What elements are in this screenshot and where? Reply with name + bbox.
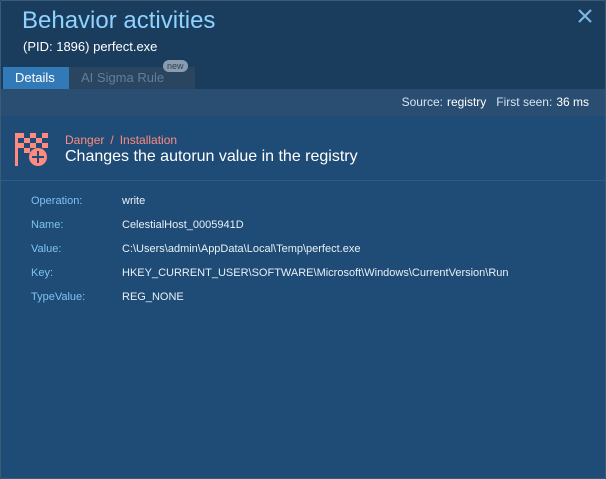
- detail-value: C:\Users\admin\AppData\Local\Temp\perfec…: [122, 243, 361, 255]
- new-badge: new: [163, 60, 188, 72]
- dialog-header: Behavior activities (PID: 1896) perfect.…: [1, 1, 605, 89]
- source-value: registry: [446, 95, 487, 109]
- detail-key: Operation:: [31, 195, 83, 207]
- event-summary: Danger / Installation Changes the autorun …: [1, 117, 605, 181]
- detail-key: TypeValue:: [31, 291, 86, 303]
- event-title: Changes the autorun value in the registr…: [65, 148, 358, 165]
- first-seen-value: 36 ms: [556, 95, 589, 109]
- detail-key: Key:: [31, 267, 54, 279]
- info-bar: Source: registry First seen: 36 ms: [1, 89, 605, 116]
- source-label: Source:: [401, 95, 443, 109]
- detail-value: REG_NONE: [122, 291, 184, 303]
- detail-value: CelestialHost_0005941D: [122, 219, 244, 231]
- dialog-title: Behavior activities: [22, 7, 216, 34]
- detail-value: write: [122, 195, 146, 207]
- detail-key: Name:: [31, 219, 64, 231]
- category-separator: /: [110, 133, 114, 147]
- first-seen-label: First seen:: [496, 95, 553, 109]
- danger-flag-icon: [13, 131, 51, 169]
- detail-value: HKEY_CURRENT_USER\SOFTWARE\Microsoft\Win…: [122, 267, 509, 279]
- detail-key: Value:: [31, 243, 62, 255]
- behavior-dialog: Behavior activities (PID: 1896) perfect.…: [0, 0, 606, 479]
- close-icon[interactable]: [574, 5, 596, 27]
- process-subtitle: (PID: 1896) perfect.exe: [23, 39, 158, 54]
- category-label: Installation: [119, 133, 178, 147]
- severity-label: Danger: [65, 133, 105, 147]
- tab-details[interactable]: Details: [3, 67, 69, 89]
- event-category: Danger / Installation: [65, 133, 177, 147]
